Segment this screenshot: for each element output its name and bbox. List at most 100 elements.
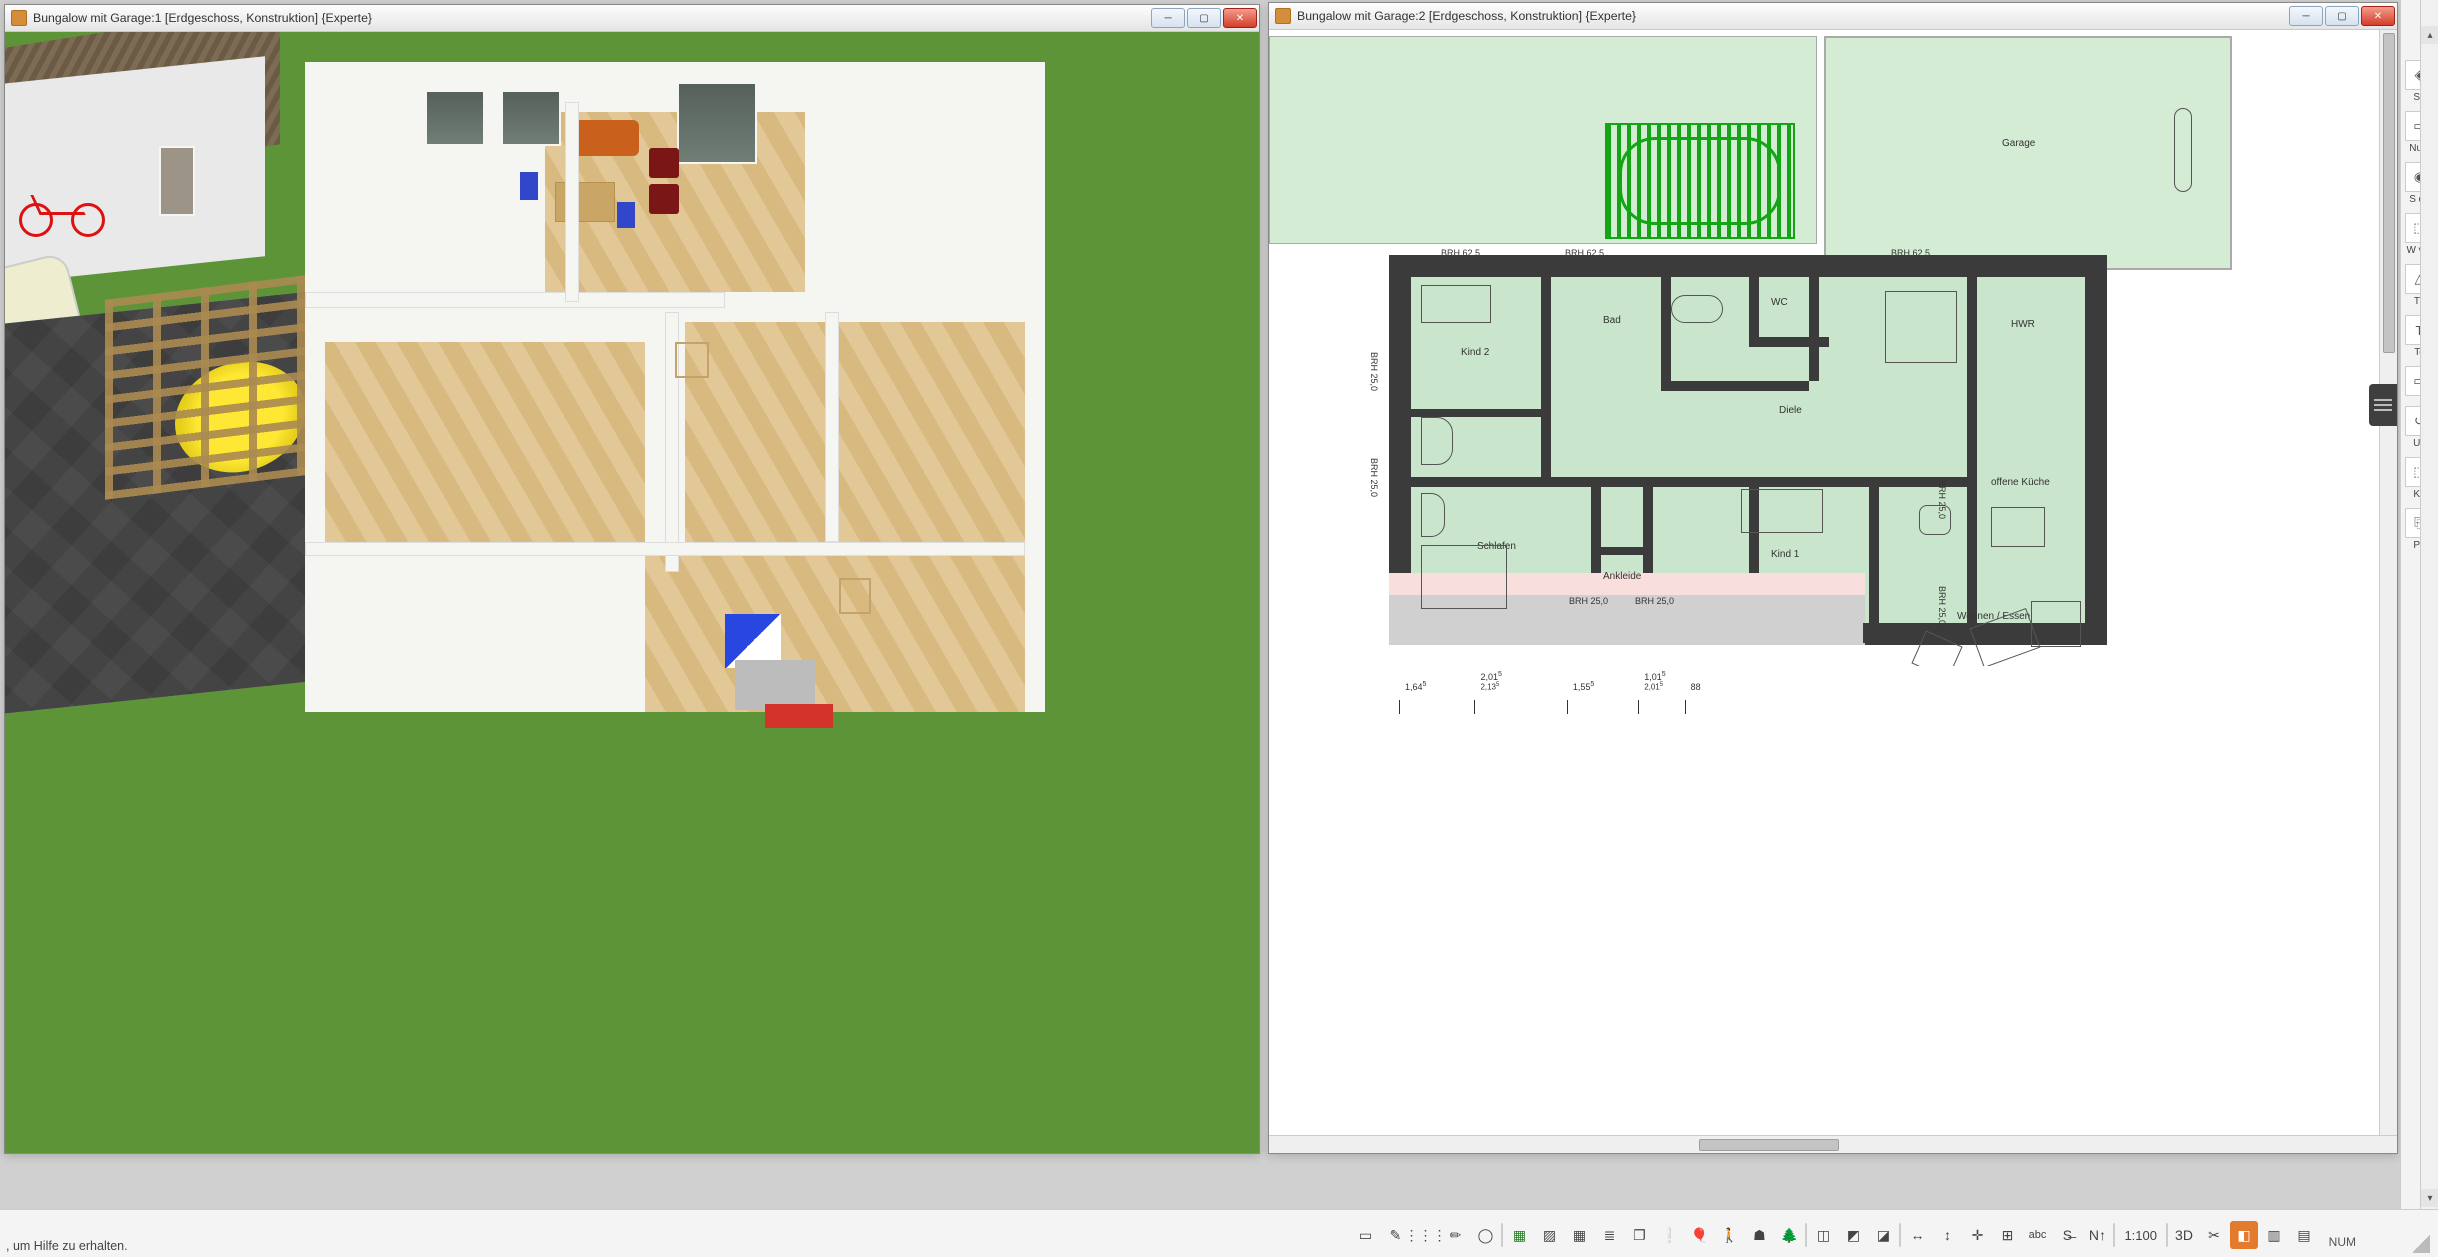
person-icon[interactable]: 🚶	[1715, 1221, 1743, 1249]
scrollbar-horizontal[interactable]	[1269, 1135, 2397, 1153]
status-toolbar: , um Hilfe zu erhalten. ▭✎⋮⋮⋮✏◯▦▨▦≣❐❕🎈🚶☗…	[0, 1209, 2438, 1257]
dining-chair	[617, 202, 635, 228]
scroll-down-icon[interactable]: ▾	[2421, 1189, 2438, 1207]
bicycle	[19, 177, 109, 237]
app-right-strip: ▴ ▾	[2420, 0, 2438, 1209]
stool	[675, 342, 709, 378]
dimension-value: 1,0152,015	[1644, 671, 1665, 692]
isoview-icon[interactable]: ◩	[1839, 1221, 1867, 1249]
room-label: offene Küche	[1991, 477, 2050, 488]
armchair	[649, 184, 679, 214]
room-label: WC	[1771, 297, 1788, 308]
brh-label: BRH 25,0	[1635, 596, 1674, 606]
scale-num: 1:100	[2117, 1221, 2164, 1249]
tile-green-icon[interactable]: ▦	[1505, 1221, 1533, 1249]
bottom-toolbar: ▭✎⋮⋮⋮✏◯▦▨▦≣❐❕🎈🚶☗🌲◫◩◪↔↕✛⊞abcS̶N↑1:1003D✂◧…	[1351, 1219, 2318, 1251]
ellipse-icon[interactable]: ◯	[1471, 1221, 1499, 1249]
close-button[interactable]: ✕	[1223, 8, 1257, 28]
3d-icon[interactable]: 3D	[2170, 1221, 2198, 1249]
compass-icon[interactable]: N↑	[2083, 1221, 2111, 1249]
brh-label: BRH 25,0	[1569, 596, 1608, 606]
abc-icon[interactable]: abc	[2023, 1221, 2051, 1249]
brh-label: BRH 25,0	[1937, 480, 1947, 519]
dimension-value: 1,555	[1573, 681, 1594, 692]
room-label: Bad	[1603, 315, 1621, 326]
dim-v-icon[interactable]: ↕	[1933, 1221, 1961, 1249]
strike-icon[interactable]: S̶	[2053, 1221, 2081, 1249]
room-label-garage: Garage	[2002, 138, 2035, 149]
minimize-button[interactable]: ─	[1151, 8, 1185, 28]
balloon-icon[interactable]: 🎈	[1685, 1221, 1713, 1249]
room-label: Ankleide	[1603, 571, 1641, 582]
house-outline: Kind 2 Bad WC HWR Diele Schlafen Ankleid…	[1389, 255, 2107, 645]
house-walls	[305, 62, 1045, 712]
plan-viewport[interactable]: Garage BRH 62,5 BRH 62,5 BRH 62,5	[1269, 30, 2397, 1153]
car-plan	[2174, 108, 2192, 192]
window-3d	[501, 90, 561, 146]
panels-icon[interactable]: ▥	[2260, 1221, 2288, 1249]
views-icon[interactable]: ▤	[2290, 1221, 2318, 1249]
cube-icon[interactable]: ◫	[1809, 1221, 1837, 1249]
mat-red	[765, 704, 833, 728]
maximize-button[interactable]: ▢	[2325, 6, 2359, 26]
app-icon	[11, 10, 27, 26]
maximize-button[interactable]: ▢	[1187, 8, 1221, 28]
scroll-up-icon[interactable]: ▴	[2421, 26, 2438, 44]
brh-label: BRH 25,0	[1369, 352, 1379, 391]
titlebar-plan[interactable]: Bungalow mit Garage:2 [Erdgeschoss, Kons…	[1269, 3, 2397, 30]
cut-icon[interactable]: ✂	[2200, 1221, 2228, 1249]
grid-dots-icon[interactable]: ⋮⋮⋮	[1411, 1221, 1439, 1249]
dim-all-icon[interactable]: ⊞	[1993, 1221, 2021, 1249]
view-3d[interactable]	[5, 32, 1259, 1153]
tree-icon[interactable]: 🌲	[1775, 1221, 1803, 1249]
window-title-plan: Bungalow mit Garage:2 [Erdgeschoss, Kons…	[1297, 9, 2289, 23]
window-3d: Bungalow mit Garage:1 [Erdgeschoss, Kons…	[4, 4, 1260, 1154]
window-title-3d: Bungalow mit Garage:1 [Erdgeschoss, Kons…	[33, 11, 1151, 25]
room-label: HWR	[2011, 319, 2035, 330]
dimension-value: 88	[1691, 682, 1701, 692]
driveway	[5, 56, 265, 288]
window-plan: Bungalow mit Garage:2 [Erdgeschoss, Kons…	[1268, 2, 2398, 1154]
rooms-floor	[685, 322, 1025, 562]
layers-icon[interactable]: ❐	[1625, 1221, 1653, 1249]
patio-door	[677, 82, 757, 164]
dining-table	[555, 182, 615, 222]
plant-icon[interactable]: ☗	[1745, 1221, 1773, 1249]
tablet-icon[interactable]: ▭	[1351, 1221, 1379, 1249]
hall-floor	[325, 342, 645, 542]
dim-h-icon[interactable]: ↔	[1903, 1221, 1931, 1249]
scrollbar-vertical[interactable]	[2379, 30, 2397, 1135]
status-help-text: , um Hilfe zu erhalten.	[6, 1239, 128, 1253]
titlebar-3d[interactable]: Bungalow mit Garage:1 [Erdgeschoss, Kons…	[5, 5, 1259, 32]
resize-grip-icon[interactable]	[2412, 1235, 2430, 1253]
tile-grid-icon[interactable]: ▦	[1565, 1221, 1593, 1249]
info-icon[interactable]: ❕	[1655, 1221, 1683, 1249]
panel-drag-handle[interactable]	[2369, 384, 2397, 426]
app-icon	[1275, 8, 1291, 24]
dimension-row: 1,6452,0152,1351,5551,0152,015881,0152,0…	[1269, 666, 2397, 720]
garage-block: Garage	[1824, 36, 2232, 270]
isoview2-icon[interactable]: ◪	[1869, 1221, 1897, 1249]
minimize-button[interactable]: ─	[2289, 6, 2323, 26]
tile-diag-icon[interactable]: ▨	[1535, 1221, 1563, 1249]
close-button[interactable]: ✕	[2361, 6, 2395, 26]
stool	[839, 578, 871, 614]
status-numlock: NUM	[2329, 1235, 2356, 1249]
dimension-value: 2,0152,135	[1480, 671, 1501, 692]
dimension-value: 1,645	[1405, 681, 1426, 692]
pencil-icon[interactable]: ✏	[1441, 1221, 1469, 1249]
rug	[735, 660, 815, 710]
sofa	[573, 120, 639, 156]
room-label: Kind 2	[1461, 347, 1489, 358]
window-3d	[425, 90, 485, 146]
room-label: Kind 1	[1771, 549, 1799, 560]
interior-door	[159, 146, 195, 216]
armchair	[649, 148, 679, 178]
cube-orange-icon[interactable]: ◧	[2230, 1221, 2258, 1249]
tile-lines-icon[interactable]: ≣	[1595, 1221, 1623, 1249]
dining-chair	[520, 172, 538, 200]
brh-label: BRH 25,0	[1369, 458, 1379, 497]
room-label: Diele	[1779, 405, 1802, 416]
bottom-room-floor	[645, 542, 1025, 712]
axis-icon[interactable]: ✛	[1963, 1221, 1991, 1249]
